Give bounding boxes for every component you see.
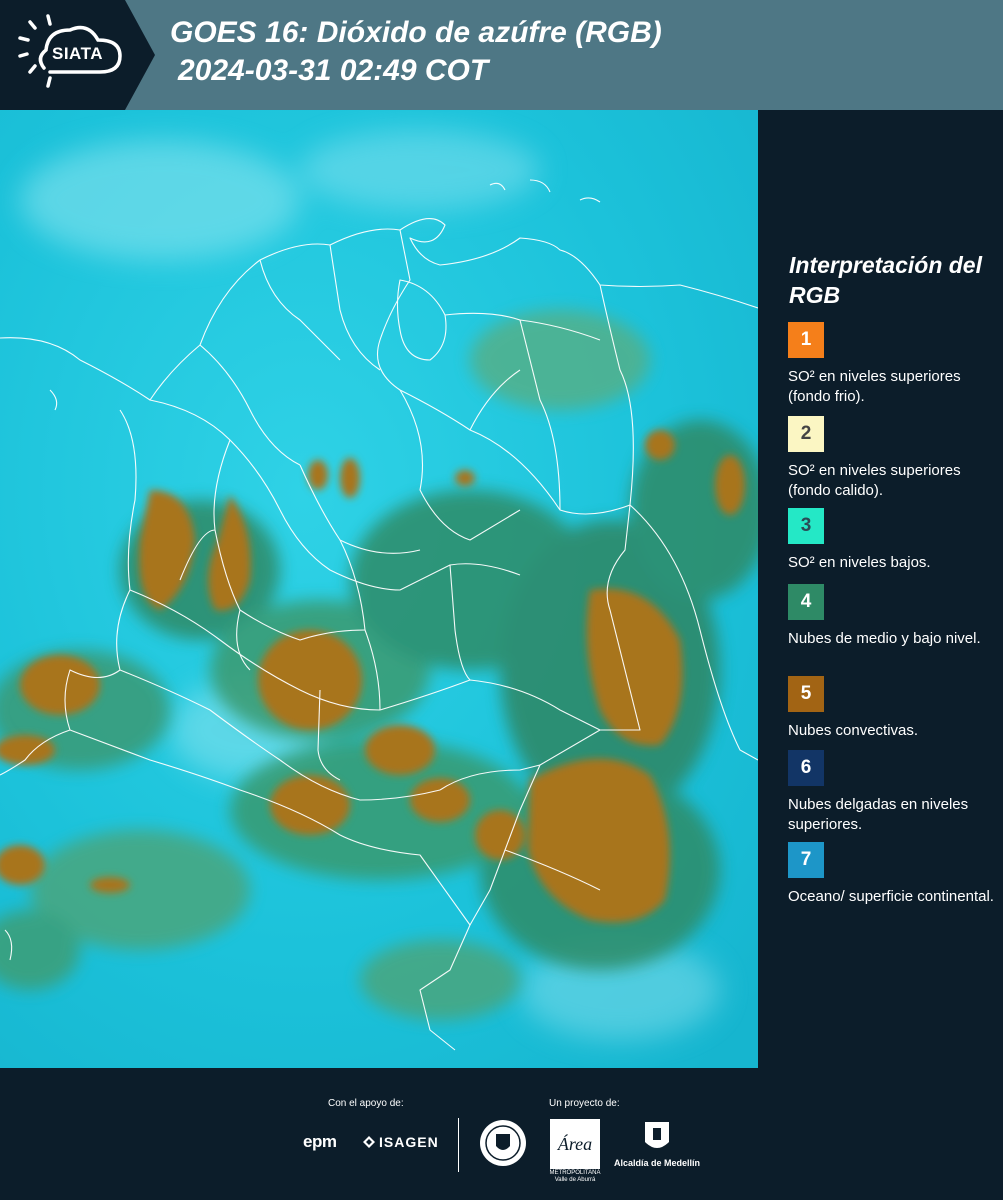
legend-number-5: 5 [800, 683, 812, 704]
siata-logo-text: SIATA [52, 44, 103, 63]
legend-swatch-3: 3 [788, 508, 824, 544]
title-timestamp: 2024-03-31 02:49 COT [178, 54, 489, 87]
legend-swatch-7: 7 [788, 842, 824, 878]
legend-label-7: Oceano/ superficie continental. [788, 888, 994, 905]
isagen-logo-text: ISAGEN [379, 1134, 439, 1150]
footer-divider [458, 1118, 459, 1172]
legend-number-3: 3 [800, 515, 812, 536]
legend-swatch-1: 1 [788, 322, 824, 358]
legend-item-5: 5 Nubes convectivas. [788, 676, 998, 741]
legend-number-2: 2 [800, 423, 812, 444]
area-logo-text: Área [557, 1133, 592, 1154]
legend-label-6: Nubes delgadas en niveles superiores. [788, 796, 969, 833]
area-metropolitana-logo: Área [549, 1118, 601, 1170]
header-bar: SIATA GOES 16: Dióxido de azúfre (RGB) 2… [0, 0, 1003, 110]
epm-logo: epm [303, 1132, 337, 1151]
alcaldia-crest-icon [645, 1122, 669, 1148]
footer-bar: Con el apoyo de: Un proyecto de: epm ISA… [0, 1068, 1003, 1200]
area-metropolitana-subtitle: METROPOLITANA Valle de Aburrá [549, 1170, 601, 1183]
isagen-mark-icon [363, 1136, 375, 1148]
legend-swatch-5: 5 [788, 676, 824, 712]
legend-label-2: SO² en niveles superiores (fondo calido)… [788, 462, 961, 499]
page-title: GOES 16: Dióxido de azúfre (RGB) 2024-03… [170, 14, 662, 90]
legend-title: Interpretación del RGB [789, 252, 982, 308]
legend-swatch-4: 4 [788, 584, 824, 620]
legend-number-4: 4 [800, 591, 812, 612]
siata-logo: SIATA [0, 0, 155, 110]
legend-label-5: Nubes convectivas. [788, 722, 919, 739]
isagen-logo: ISAGEN [362, 1134, 439, 1150]
support-label: Con el apoyo de: [328, 1098, 404, 1109]
legend-number-1: 1 [800, 329, 812, 350]
legend-item-7: 7 Oceano/ superficie continental. [788, 842, 998, 907]
legend-label-1: SO² en niveles superiores (fondo frio). [788, 368, 961, 405]
legend-swatch-2: 2 [788, 416, 824, 452]
medellin-seal-icon [480, 1120, 526, 1166]
legend-item-2: 2 SO² en niveles superiores (fondo calid… [788, 416, 998, 501]
satellite-map [0, 110, 758, 1068]
legend-panel: Interpretación del RGB 1 SO² en niveles … [758, 110, 1003, 1068]
legend-label-4: Nubes de medio y bajo nivel. [788, 630, 981, 647]
legend-item-3: 3 SO² en niveles bajos. [788, 508, 998, 573]
legend-number-7: 7 [800, 849, 812, 870]
legend-number-6: 6 [800, 757, 812, 778]
legend-item-4: 4 Nubes de medio y bajo nivel. [788, 584, 998, 649]
legend-label-3: SO² en niveles bajos. [788, 554, 931, 571]
legend-item-1: 1 SO² en niveles superiores (fondo frio)… [788, 322, 998, 407]
project-label: Un proyecto de: [549, 1098, 620, 1109]
alcaldia-logo [612, 1118, 702, 1161]
title-product: GOES 16: Dióxido de azúfre (RGB) [170, 16, 662, 49]
legend-item-6: 6 Nubes delgadas en niveles superiores. [788, 750, 998, 835]
alcaldia-text: Alcaldía de Medellín [613, 1158, 701, 1168]
legend-swatch-6: 6 [788, 750, 824, 786]
